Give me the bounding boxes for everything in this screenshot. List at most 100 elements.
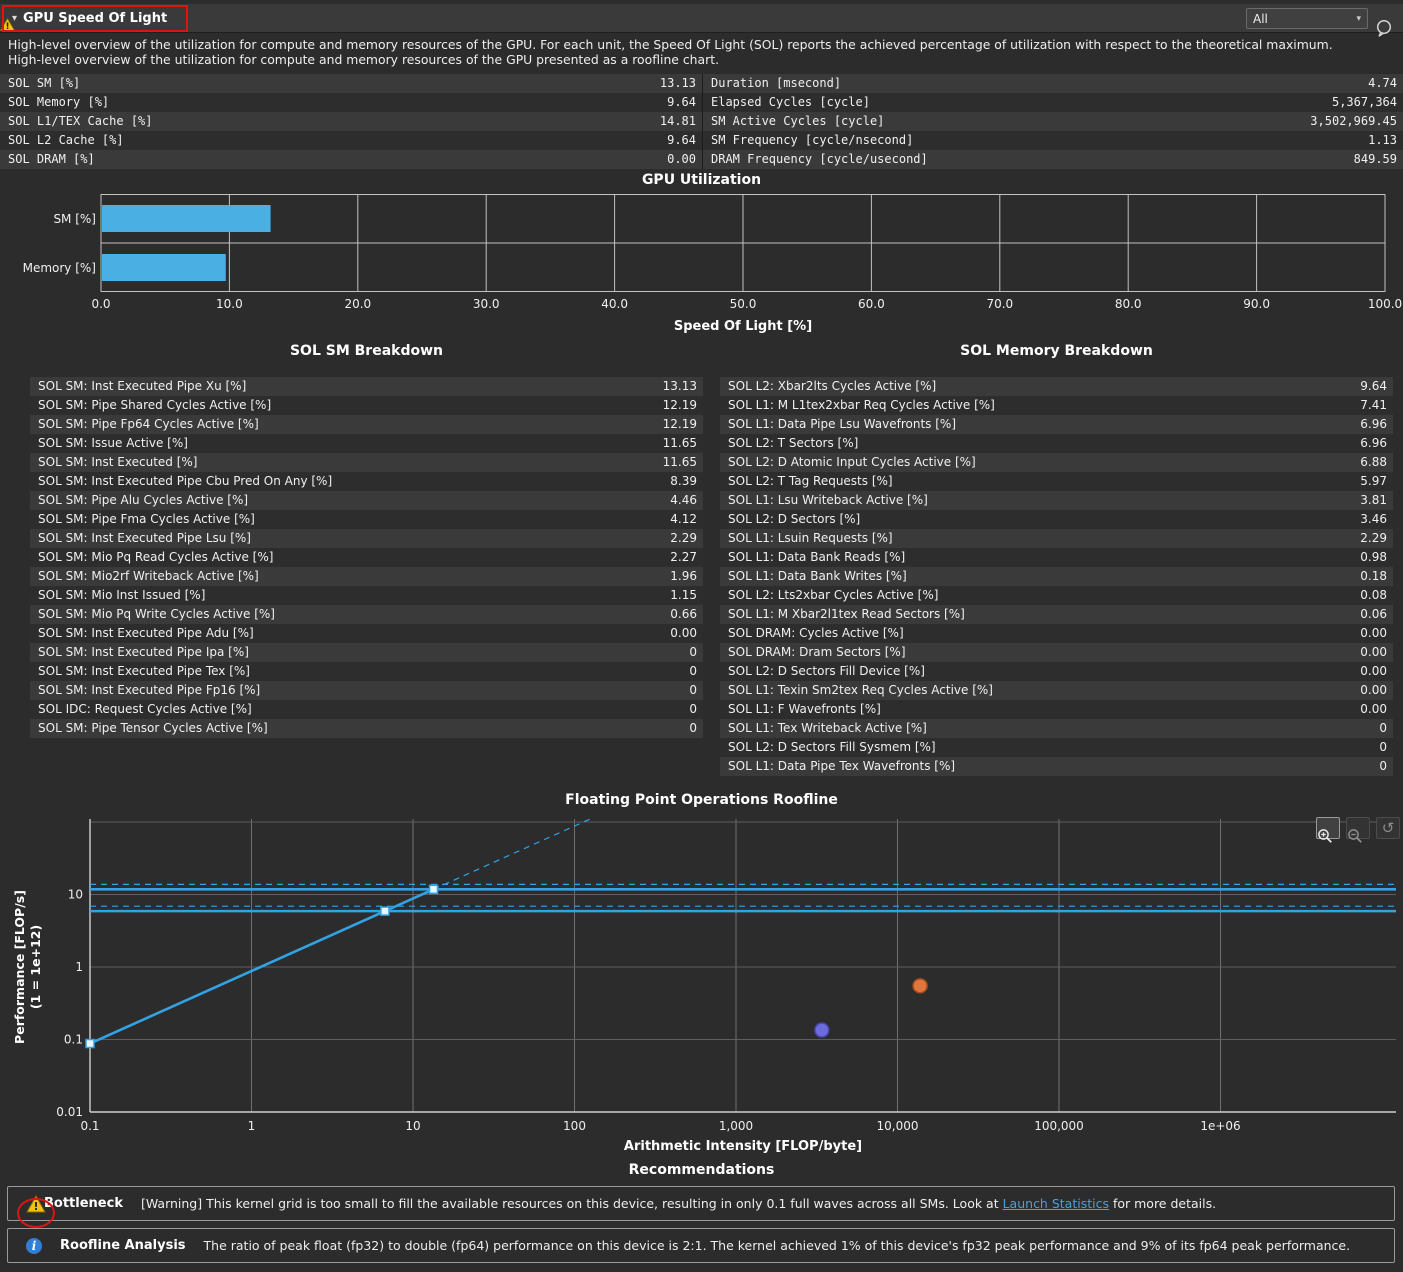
table-row: SOL L2: D Sectors Fill Sysmem [%]0: [720, 738, 1393, 757]
table-row: DRAM Frequency [cycle/usecond]849.59: [703, 150, 1403, 169]
comment-button[interactable]: [1375, 8, 1397, 30]
row-value: 9.64: [1360, 377, 1393, 396]
table-row: SOL SM: Inst Executed [%]11.65: [30, 453, 703, 472]
gpu-utilization-title: GPU Utilization: [0, 172, 1403, 188]
table-row: SOL SM: Inst Executed Pipe Xu [%]13.13: [30, 377, 703, 396]
table-row: SOL SM: Inst Executed Pipe Cbu Pred On A…: [30, 472, 703, 491]
launch-statistics-link[interactable]: Launch Statistics: [1003, 1196, 1109, 1211]
table-row: SOL SM: Mio Pq Read Cycles Active [%]2.2…: [30, 548, 703, 567]
sol-memory-breakdown-title: SOL Memory Breakdown: [720, 343, 1393, 359]
table-row: SOL L1: M Xbar2l1tex Read Sectors [%]0.0…: [720, 605, 1393, 624]
row-label: SOL SM: Issue Active [%]: [30, 434, 663, 453]
x-tick-label: 1: [248, 1119, 256, 1133]
gpu-utilization-chart: 0.010.020.030.040.050.060.070.080.090.01…: [0, 194, 1403, 336]
row-value: 0.06: [1360, 605, 1393, 624]
x-tick-label: 0.0: [91, 297, 110, 311]
row-label: SOL SM: Inst Executed Pipe Lsu [%]: [30, 529, 670, 548]
table-row: SOL SM: Mio Inst Issued [%]1.15: [30, 586, 703, 605]
row-label: SOL SM: Inst Executed Pipe Xu [%]: [30, 377, 663, 396]
row-value: 0.08: [1360, 586, 1393, 605]
x-tick-label: 70.0: [986, 297, 1013, 311]
row-value: 1.15: [670, 586, 703, 605]
row-value: 0: [689, 719, 703, 738]
sol-summary-table: SOL SM [%]13.13SOL Memory [%]9.64SOL L1/…: [0, 74, 1403, 169]
row-label: SOL L1: Data Bank Writes [%]: [720, 567, 1360, 586]
row-value: 0.18: [1360, 567, 1393, 586]
row-value: 0: [689, 643, 703, 662]
sol-summary-left: SOL SM [%]13.13SOL Memory [%]9.64SOL L1/…: [0, 74, 703, 169]
row-label: SOL L2: Xbar2lts Cycles Active [%]: [720, 377, 1360, 396]
row-label: SOL SM: Pipe Shared Cycles Active [%]: [30, 396, 663, 415]
x-axis-title: Arithmetic Intensity [FLOP/byte]: [624, 1139, 862, 1154]
chevron-down-icon: ▾: [1356, 14, 1361, 24]
filter-dropdown-value: All: [1253, 12, 1268, 26]
row-label: SOL SM: Mio Pq Read Cycles Active [%]: [30, 548, 670, 567]
row-label: SOL L1: M L1tex2xbar Req Cycles Active […: [720, 396, 1360, 415]
row-value: 8.39: [670, 472, 703, 491]
row-label: SOL SM: Mio2rf Writeback Active [%]: [30, 567, 670, 586]
roofline-analysis-label: Roofline Analysis: [60, 1238, 186, 1253]
row-value: 3,502,969.45: [1310, 112, 1403, 131]
sol-summary-right: Duration [msecond]4.74Elapsed Cycles [cy…: [703, 74, 1403, 169]
row-label: SOL SM: Inst Executed Pipe Tex [%]: [30, 662, 689, 681]
row-label: SOL IDC: Request Cycles Active [%]: [30, 700, 689, 719]
svg-text:!: !: [5, 22, 9, 31]
x-tick-label: 100,000: [1034, 1119, 1084, 1133]
table-row: SOL L1: Lsuin Requests [%]2.29: [720, 529, 1393, 548]
row-value: 12.19: [663, 396, 703, 415]
row-value: 849.59: [1354, 150, 1403, 169]
row-label: SOL L1: Texin Sm2tex Req Cycles Active […: [720, 681, 1360, 700]
section-description: High-level overview of the utilization f…: [8, 37, 1368, 67]
row-value: 0: [689, 662, 703, 681]
roofline-analysis-text: The ratio of peak float (fp32) to double…: [204, 1238, 1351, 1253]
row-label: SOL L1/TEX Cache [%]: [0, 112, 660, 131]
info-icon: i: [26, 1238, 42, 1254]
zoom-out-button[interactable]: [1346, 817, 1370, 839]
x-tick-label: 60.0: [858, 297, 885, 311]
row-value: 0.98: [1360, 548, 1393, 567]
table-row: SOL SM: Inst Executed Pipe Adu [%]0.00: [30, 624, 703, 643]
row-label: SOL SM: Mio Pq Write Cycles Active [%]: [30, 605, 670, 624]
zoom-in-button[interactable]: [1316, 817, 1340, 839]
table-row: SOL SM: Pipe Fma Cycles Active [%]4.12: [30, 510, 703, 529]
table-row: SOL L1: F Wavefronts [%]0.00: [720, 700, 1393, 719]
utilization-bar: [102, 254, 226, 281]
page-title: GPU Speed Of Light: [23, 11, 167, 26]
row-label: SOL L2: T Tag Requests [%]: [720, 472, 1360, 491]
category-label: SM [%]: [53, 212, 96, 226]
roofline-analysis-recommendation: i Roofline Analysis The ratio of peak fl…: [7, 1228, 1395, 1263]
x-tick-label: 40.0: [601, 297, 628, 311]
row-label: SOL SM: Pipe Fp64 Cycles Active [%]: [30, 415, 663, 434]
row-label: SOL DRAM: Cycles Active [%]: [720, 624, 1360, 643]
row-value: 9.64: [667, 131, 702, 150]
row-value: 3.81: [1360, 491, 1393, 510]
x-tick-label: 10: [405, 1119, 420, 1133]
table-row: Duration [msecond]4.74: [703, 74, 1403, 93]
table-row: SOL L1: M L1tex2xbar Req Cycles Active […: [720, 396, 1393, 415]
row-label: SOL L2 Cache [%]: [0, 131, 667, 150]
row-value: 11.65: [663, 453, 703, 472]
row-label: DRAM Frequency [cycle/usecond]: [703, 150, 1354, 169]
table-row: SOL L2: D Sectors [%]3.46: [720, 510, 1393, 529]
table-row: SOL SM: Pipe Shared Cycles Active [%]12.…: [30, 396, 703, 415]
filter-dropdown[interactable]: All ▾: [1246, 8, 1368, 29]
section-header[interactable]: ▾ GPU Speed Of Light !: [0, 4, 1403, 33]
table-row: SOL L1: Texin Sm2tex Req Cycles Active […: [720, 681, 1393, 700]
ridge-point-marker: [430, 885, 438, 893]
x-tick-label: 10.0: [216, 297, 243, 311]
zoom-reset-button[interactable]: ↺: [1376, 817, 1400, 839]
table-row: SOL SM: Mio2rf Writeback Active [%]1.96: [30, 567, 703, 586]
table-row: SOL L1: Tex Writeback Active [%]0: [720, 719, 1393, 738]
table-row: SOL DRAM: Cycles Active [%]0.00: [720, 624, 1393, 643]
row-label: SOL L1: Data Bank Reads [%]: [720, 548, 1360, 567]
row-label: SOL SM: Pipe Fma Cycles Active [%]: [30, 510, 670, 529]
row-value: 0.00: [670, 624, 703, 643]
row-value: 0.00: [1360, 681, 1393, 700]
row-value: 9.64: [667, 93, 702, 112]
row-label: SOL SM: Inst Executed Pipe Ipa [%]: [30, 643, 689, 662]
row-label: SOL Memory [%]: [0, 93, 667, 112]
row-value: 4.46: [670, 491, 703, 510]
y-tick-label: 0.01: [56, 1105, 83, 1119]
bottleneck-text: [Warning] This kernel grid is too small …: [141, 1196, 1216, 1211]
table-row: SOL SM: Inst Executed Pipe Tex [%]0: [30, 662, 703, 681]
